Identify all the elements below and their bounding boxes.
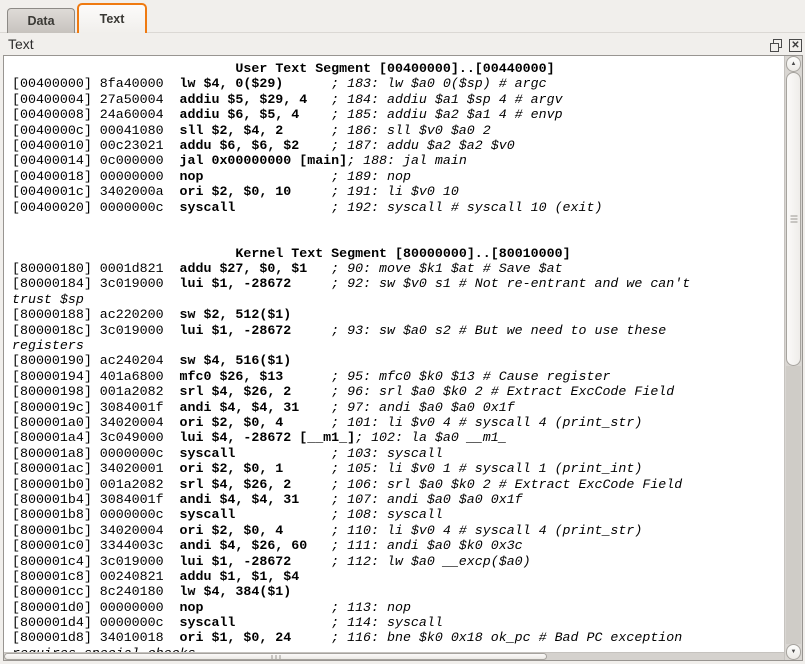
code-line: [800001b4]3084001fandi $4, $4, 31; 107: … [12,492,784,507]
code-line: [800001d0]00000000nop; 113: nop [12,600,784,615]
text-segment-panel: User Text Segment [00400000]..[00440000]… [3,55,803,661]
tab-text[interactable]: Text [77,3,147,33]
code-line: [800001c0]3344003candi $4, $26, 60; 111:… [12,538,784,553]
horizontal-scrollbar-thumb[interactable] [4,653,547,660]
code-line: [00400014]0c000000jal 0x00000000 [main];… [12,153,784,168]
code-line: [00400020]0000000csyscall; 192: syscall … [12,200,784,215]
tab-data-label: Data [27,14,54,28]
segment-header: Kernel Text Segment [80000000]..[8001000… [12,246,784,261]
scroll-down-icon: ▼ [791,649,797,655]
scroll-up-button[interactable]: ▲ [786,56,801,72]
code-line: [800001b0]001a2082srl $4, $26, 2; 106: s… [12,477,784,492]
code-line: [00400004]27a50004addiu $5, $29, 4; 184:… [12,92,784,107]
code-line: [800001c8]00240821addu $1, $1, $4 [12,569,784,584]
code-line: [800001bc]34020004ori $2, $0, 4; 110: li… [12,523,784,538]
close-icon: ✕ [791,41,799,51]
scroll-up-icon: ▲ [791,61,797,67]
code-line: [80000198]001a2082srl $4, $26, 2; 96: sr… [12,384,784,399]
code-line: [800001d8]34010018ori $1, $0, 24; 116: b… [12,630,784,645]
code-line: [80000184]3c019000lui $1, -28672; 92: sw… [12,276,784,291]
code-line: [800001b8]0000000csyscall; 108: syscall [12,507,784,522]
code-viewport[interactable]: User Text Segment [00400000]..[00440000]… [4,56,784,652]
blank-line [12,215,784,230]
code-line: [80000180]0001d821addu $27, $0, $1; 90: … [12,261,784,276]
code-line: [00400000]8fa40000lw $4, 0($29); 183: lw… [12,76,784,91]
thumb-grip-icon [790,216,797,223]
code-line: [0040000c]00041080sll $2, $4, 2; 186: sl… [12,123,784,138]
horizontal-scrollbar[interactable] [4,652,784,660]
close-dock-button[interactable]: ✕ [789,39,802,52]
comment-wrap-line: trust $sp [12,292,784,307]
code-line: [800001ac]34020001ori $2, $0, 1; 105: li… [12,461,784,476]
code-line: [80000194]401a6800mfc0 $26, $13; 95: mfc… [12,369,784,384]
tab-data[interactable]: Data [7,8,75,33]
code-line: [80000190]ac240204sw $4, 516($1) [12,353,784,368]
tab-text-label: Text [100,12,125,26]
scroll-down-button[interactable]: ▼ [786,644,801,660]
dock-title: Text [8,36,34,52]
blank-line [12,230,784,245]
code-line: [00400010]00c23021addu $6, $6, $2; 187: … [12,138,784,153]
code-line: [80000188]ac220200sw $2, 512($1) [12,307,784,322]
code-line: [8000019c]3084001fandi $4, $4, 31; 97: a… [12,400,784,415]
code-line: [800001a4]3c049000lui $4, -28672 [__m1_]… [12,430,784,445]
code-line: [00400008]24a60004addiu $6, $5, 4; 185: … [12,107,784,122]
code-line: [800001c4]3c019000lui $1, -28672; 112: l… [12,554,784,569]
code-line: [800001a0]34020004ori $2, $0, 4; 101: li… [12,415,784,430]
code-lines: User Text Segment [00400000]..[00440000]… [12,61,784,652]
comment-wrap-line: registers [12,338,784,353]
code-line: [8000018c]3c019000lui $1, -28672; 93: sw… [12,323,784,338]
vertical-scrollbar-thumb[interactable] [786,72,801,366]
code-line: [800001d4]0000000csyscall; 114: syscall [12,615,784,630]
vertical-scrollbar[interactable]: ▲ ▼ [784,56,802,660]
code-line: [0040001c]3402000aori $2, $0, 10; 191: l… [12,184,784,199]
vertical-scrollbar-track[interactable] [786,366,801,644]
code-line: [00400018]00000000nop; 189: nop [12,169,784,184]
code-line: [800001cc]8c240180lw $4, 384($1) [12,584,784,599]
segment-header: User Text Segment [00400000]..[00440000] [12,61,784,76]
thumb-grip-icon [271,655,280,659]
float-window-button[interactable] [770,39,783,52]
code-line: [800001a8]0000000csyscall; 103: syscall [12,446,784,461]
